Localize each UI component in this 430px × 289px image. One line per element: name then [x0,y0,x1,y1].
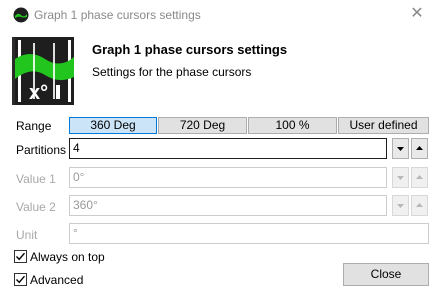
value2-input[interactable]: 360° [69,195,387,216]
range-360-deg-button[interactable]: 360 Deg [69,117,157,134]
checkmark-icon [15,275,26,284]
always-on-top-checkbox[interactable] [14,250,27,263]
partitions-label: Partitions [16,143,67,157]
unit-label: Unit [16,228,38,242]
partitions-decrement-button[interactable] [392,138,409,159]
value2-decrement-button[interactable] [392,195,409,216]
chevron-down-icon [397,176,404,180]
chevron-up-icon [416,146,423,150]
chevron-down-icon [397,147,404,151]
phase-cursor-icon: x° [12,37,74,105]
value2-label: Value 2 [16,200,56,214]
chevron-up-icon [416,175,423,179]
range-label: Range [16,119,52,133]
advanced-label[interactable]: Advanced [30,273,83,287]
title-bar: Graph 1 phase cursors settings ✕ [0,0,430,30]
range-user-defined-button[interactable]: User defined [338,117,429,134]
advanced-checkbox[interactable] [14,273,27,286]
chevron-up-icon [416,203,423,207]
svg-text:x°: x° [29,82,48,104]
chevron-down-icon [397,204,404,208]
value1-decrement-button[interactable] [392,167,409,188]
partitions-input[interactable]: 4 [69,138,387,159]
close-icon[interactable]: ✕ [408,4,426,24]
value2-increment-button[interactable] [411,195,428,216]
checkmark-icon [15,252,26,261]
dialog-title: Graph 1 phase cursors settings [92,42,288,57]
range-100-percent-button[interactable]: 100 % [248,117,337,134]
always-on-top-label[interactable]: Always on top [30,250,105,264]
range-720-deg-button[interactable]: 720 Deg [158,117,247,134]
value1-increment-button[interactable] [411,167,428,188]
app-icon [13,7,29,23]
unit-input[interactable]: ° [69,223,429,244]
close-button[interactable]: Close [343,263,429,286]
value1-input[interactable]: 0° [69,167,387,188]
dialog-subtitle: Settings for the phase cursors [92,65,252,79]
partitions-increment-button[interactable] [411,138,428,159]
window-title: Graph 1 phase cursors settings [34,8,201,22]
value1-label: Value 1 [16,172,56,186]
